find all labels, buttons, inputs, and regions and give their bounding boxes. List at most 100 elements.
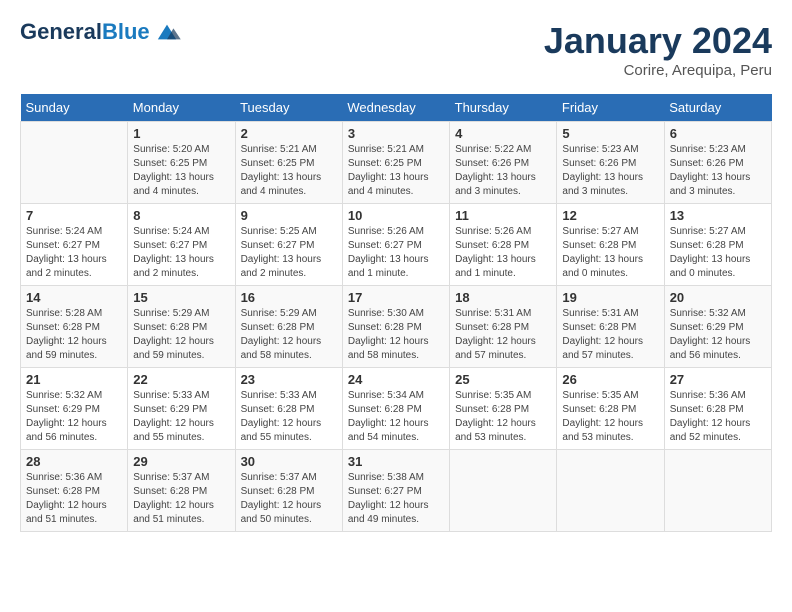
calendar-table: SundayMondayTuesdayWednesdayThursdayFrid…	[20, 94, 772, 532]
day-info: Sunrise: 5:22 AMSunset: 6:26 PMDaylight:…	[455, 143, 551, 199]
day-number: 11	[455, 208, 551, 223]
day-number: 4	[455, 126, 551, 141]
day-info: Sunrise: 5:27 AMSunset: 6:28 PMDaylight:…	[670, 225, 766, 281]
day-number: 15	[133, 290, 229, 305]
weekday-header-sunday: Sunday	[21, 94, 128, 122]
day-cell: 23 Sunrise: 5:33 AMSunset: 6:28 PMDayligh…	[235, 368, 342, 450]
day-number: 21	[26, 372, 122, 387]
day-cell: 13 Sunrise: 5:27 AMSunset: 6:28 PMDayligh…	[664, 204, 771, 286]
weekday-header-row: SundayMondayTuesdayWednesdayThursdayFrid…	[21, 94, 772, 122]
day-cell: 5 Sunrise: 5:23 AMSunset: 6:26 PMDaylight…	[557, 122, 664, 204]
week-row-4: 21 Sunrise: 5:32 AMSunset: 6:29 PMDayligh…	[21, 368, 772, 450]
week-row-3: 14Sunrise: 5:28 AMSunset: 6:28 PMDayligh…	[21, 286, 772, 368]
day-cell: 31 Sunrise: 5:38 AMSunset: 6:27 PMDayligh…	[342, 450, 449, 532]
day-cell: 8 Sunrise: 5:24 AMSunset: 6:27 PMDaylight…	[128, 204, 235, 286]
day-info: Sunrise: 5:36 AMSunset: 6:28 PMDaylight:…	[26, 471, 122, 527]
day-cell: 16 Sunrise: 5:29 AMSunset: 6:28 PMDayligh…	[235, 286, 342, 368]
day-cell: 19Sunrise: 5:31 AMSunset: 6:28 PMDayligh…	[557, 286, 664, 368]
day-number: 25	[455, 372, 551, 387]
day-info: Sunrise: 5:34 AMSunset: 6:28 PMDaylight:…	[348, 389, 444, 445]
day-info: Sunrise: 5:32 AMSunset: 6:29 PMDaylight:…	[26, 389, 122, 445]
day-cell: 9Sunrise: 5:25 AMSunset: 6:27 PMDaylight…	[235, 204, 342, 286]
day-info: Sunrise: 5:30 AMSunset: 6:28 PMDaylight:…	[348, 307, 444, 363]
day-info: Sunrise: 5:20 AMSunset: 6:25 PMDaylight:…	[133, 143, 229, 199]
day-info: Sunrise: 5:36 AMSunset: 6:28 PMDaylight:…	[670, 389, 766, 445]
day-number: 8	[133, 208, 229, 223]
day-cell: 11 Sunrise: 5:26 AMSunset: 6:28 PMDayligh…	[450, 204, 557, 286]
day-number: 1	[133, 126, 229, 141]
day-info: Sunrise: 5:33 AMSunset: 6:28 PMDaylight:…	[241, 389, 337, 445]
day-cell	[664, 450, 771, 532]
day-number: 27	[670, 372, 766, 387]
day-number: 29	[133, 454, 229, 469]
day-number: 2	[241, 126, 337, 141]
day-cell: 27 Sunrise: 5:36 AMSunset: 6:28 PMDayligh…	[664, 368, 771, 450]
day-number: 13	[670, 208, 766, 223]
day-cell: 3Sunrise: 5:21 AMSunset: 6:25 PMDaylight…	[342, 122, 449, 204]
day-info: Sunrise: 5:24 AMSunset: 6:27 PMDaylight:…	[26, 225, 122, 281]
day-info: Sunrise: 5:26 AMSunset: 6:28 PMDaylight:…	[455, 225, 551, 281]
day-info: Sunrise: 5:38 AMSunset: 6:27 PMDaylight:…	[348, 471, 444, 527]
weekday-header-wednesday: Wednesday	[342, 94, 449, 122]
day-number: 23	[241, 372, 337, 387]
day-number: 24	[348, 372, 444, 387]
day-cell: 24 Sunrise: 5:34 AMSunset: 6:28 PMDayligh…	[342, 368, 449, 450]
day-cell	[557, 450, 664, 532]
day-number: 7	[26, 208, 122, 223]
day-cell: 21 Sunrise: 5:32 AMSunset: 6:29 PMDayligh…	[21, 368, 128, 450]
day-number: 26	[562, 372, 658, 387]
day-cell: 15Sunrise: 5:29 AMSunset: 6:28 PMDayligh…	[128, 286, 235, 368]
day-cell	[450, 450, 557, 532]
day-cell: 20 Sunrise: 5:32 AMSunset: 6:29 PMDayligh…	[664, 286, 771, 368]
day-cell: 29 Sunrise: 5:37 AMSunset: 6:28 PMDayligh…	[128, 450, 235, 532]
day-info: Sunrise: 5:32 AMSunset: 6:29 PMDaylight:…	[670, 307, 766, 363]
day-number: 20	[670, 290, 766, 305]
weekday-header-saturday: Saturday	[664, 94, 771, 122]
day-info: Sunrise: 5:27 AMSunset: 6:28 PMDaylight:…	[562, 225, 658, 281]
day-cell: 14Sunrise: 5:28 AMSunset: 6:28 PMDayligh…	[21, 286, 128, 368]
day-number: 31	[348, 454, 444, 469]
day-info: Sunrise: 5:31 AMSunset: 6:28 PMDaylight:…	[455, 307, 551, 363]
week-row-1: 1 Sunrise: 5:20 AMSunset: 6:25 PMDaylight…	[21, 122, 772, 204]
day-cell: 2 Sunrise: 5:21 AMSunset: 6:25 PMDaylight…	[235, 122, 342, 204]
day-number: 30	[241, 454, 337, 469]
day-cell: 22 Sunrise: 5:33 AMSunset: 6:29 PMDayligh…	[128, 368, 235, 450]
day-info: Sunrise: 5:28 AMSunset: 6:28 PMDaylight:…	[26, 307, 122, 363]
day-cell: 12Sunrise: 5:27 AMSunset: 6:28 PMDayligh…	[557, 204, 664, 286]
day-number: 6	[670, 126, 766, 141]
logo: GeneralBlue	[20, 20, 181, 44]
day-info: Sunrise: 5:29 AMSunset: 6:28 PMDaylight:…	[241, 307, 337, 363]
day-cell	[21, 122, 128, 204]
weekday-header-thursday: Thursday	[450, 94, 557, 122]
day-info: Sunrise: 5:37 AMSunset: 6:28 PMDaylight:…	[133, 471, 229, 527]
day-number: 28	[26, 454, 122, 469]
day-cell: 7 Sunrise: 5:24 AMSunset: 6:27 PMDaylight…	[21, 204, 128, 286]
day-info: Sunrise: 5:25 AMSunset: 6:27 PMDaylight:…	[241, 225, 337, 281]
page-header: GeneralBlue January 2024 Corire, Arequip…	[20, 20, 772, 79]
day-number: 16	[241, 290, 337, 305]
location: Corire, Arequipa, Peru	[544, 62, 772, 79]
day-number: 5	[562, 126, 658, 141]
day-info: Sunrise: 5:33 AMSunset: 6:29 PMDaylight:…	[133, 389, 229, 445]
week-row-2: 7 Sunrise: 5:24 AMSunset: 6:27 PMDaylight…	[21, 204, 772, 286]
day-number: 19	[562, 290, 658, 305]
day-info: Sunrise: 5:21 AMSunset: 6:25 PMDaylight:…	[348, 143, 444, 199]
day-info: Sunrise: 5:23 AMSunset: 6:26 PMDaylight:…	[670, 143, 766, 199]
day-info: Sunrise: 5:24 AMSunset: 6:27 PMDaylight:…	[133, 225, 229, 281]
day-number: 22	[133, 372, 229, 387]
day-cell: 4 Sunrise: 5:22 AMSunset: 6:26 PMDaylight…	[450, 122, 557, 204]
day-info: Sunrise: 5:21 AMSunset: 6:25 PMDaylight:…	[241, 143, 337, 199]
weekday-header-tuesday: Tuesday	[235, 94, 342, 122]
logo-text: GeneralBlue	[20, 20, 150, 44]
day-cell: 18Sunrise: 5:31 AMSunset: 6:28 PMDayligh…	[450, 286, 557, 368]
week-row-5: 28 Sunrise: 5:36 AMSunset: 6:28 PMDayligh…	[21, 450, 772, 532]
weekday-header-monday: Monday	[128, 94, 235, 122]
logo-icon	[153, 21, 181, 43]
month-title: January 2024	[544, 20, 772, 62]
day-cell: 26Sunrise: 5:35 AMSunset: 6:28 PMDayligh…	[557, 368, 664, 450]
day-cell: 1 Sunrise: 5:20 AMSunset: 6:25 PMDaylight…	[128, 122, 235, 204]
day-info: Sunrise: 5:23 AMSunset: 6:26 PMDaylight:…	[562, 143, 658, 199]
title-block: January 2024 Corire, Arequipa, Peru	[544, 20, 772, 79]
weekday-header-friday: Friday	[557, 94, 664, 122]
day-info: Sunrise: 5:26 AMSunset: 6:27 PMDaylight:…	[348, 225, 444, 281]
